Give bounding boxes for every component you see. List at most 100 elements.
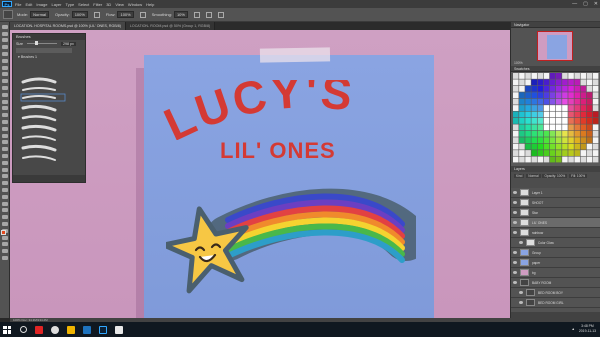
color-swatch[interactable]	[525, 156, 531, 163]
color-swatch[interactable]	[513, 79, 519, 86]
menu-file[interactable]: File	[15, 2, 21, 7]
visibility-eye-icon[interactable]	[519, 241, 523, 244]
color-swatch[interactable]	[513, 143, 519, 150]
visibility-eye-icon[interactable]	[513, 231, 517, 234]
flow-option[interactable]: Flow: 100%	[106, 11, 134, 18]
gear-icon[interactable]	[193, 11, 200, 18]
color-swatch[interactable]	[543, 118, 550, 124]
color-swatch[interactable]	[543, 105, 550, 111]
minimize-icon[interactable]: —	[572, 0, 577, 8]
color-swatch[interactable]	[586, 143, 593, 150]
visibility-eye-icon[interactable]	[519, 291, 523, 294]
color-swatch[interactable]	[556, 73, 562, 79]
color-swatch[interactable]	[531, 143, 537, 150]
color-swatch[interactable]	[574, 111, 580, 118]
pressure-opacity-icon[interactable]	[93, 11, 100, 18]
sponge-tool-icon[interactable]	[1, 181, 8, 186]
color-swatch[interactable]	[562, 73, 568, 79]
color-swatch[interactable]	[586, 79, 593, 86]
color-swatch[interactable]	[549, 105, 556, 111]
visibility-eye-icon[interactable]	[513, 191, 517, 194]
color-swatch[interactable]	[525, 92, 531, 99]
color-swatch[interactable]	[568, 150, 574, 156]
color-swatch[interactable]	[549, 124, 556, 131]
color-swatch[interactable]	[562, 137, 568, 144]
color-swatch[interactable]	[549, 130, 556, 137]
color-swatch[interactable]	[592, 73, 599, 79]
color-swatch[interactable]	[580, 98, 587, 105]
layer-row[interactable]: Color Glow	[511, 238, 600, 248]
color-swatch[interactable]	[537, 130, 544, 137]
color-swatch[interactable]	[549, 143, 556, 150]
network-icon[interactable]: ▲	[572, 327, 575, 331]
color-swatch[interactable]	[592, 98, 599, 105]
color-swatch[interactable]	[513, 105, 519, 111]
color-swatch[interactable]	[519, 111, 525, 118]
color-swatch[interactable]	[556, 130, 562, 137]
color-swatch[interactable]	[580, 118, 587, 124]
color-swatch[interactable]	[556, 79, 562, 86]
color-swatch[interactable]	[537, 156, 544, 163]
color-swatch[interactable]	[543, 150, 550, 156]
color-swatch[interactable]	[568, 124, 574, 131]
dodge-tool-icon[interactable]	[1, 113, 8, 118]
color-swatch[interactable]	[556, 111, 562, 118]
color-swatch[interactable]	[586, 150, 593, 156]
layer-row[interactable]: rainbow	[511, 228, 600, 238]
color-swatch[interactable]	[549, 137, 556, 144]
color-swatch[interactable]	[556, 137, 562, 144]
eyedropper-tool-icon[interactable]	[1, 58, 8, 63]
color-swatch[interactable]	[574, 137, 580, 144]
color-swatch[interactable]	[549, 85, 556, 92]
color-swatch[interactable]	[562, 92, 568, 99]
menu-view[interactable]: View	[115, 2, 124, 7]
hand-tool-icon[interactable]	[1, 147, 8, 152]
color-swatch[interactable]	[549, 79, 556, 86]
color-swatch[interactable]	[586, 73, 593, 79]
color-swatch[interactable]	[592, 79, 599, 86]
slice-tool-icon[interactable]	[1, 221, 8, 226]
color-swatch[interactable]	[519, 79, 525, 86]
color-swatch[interactable]	[568, 156, 574, 163]
color-swatch[interactable]	[556, 92, 562, 99]
color-swatch[interactable]	[543, 130, 550, 137]
color-swatch[interactable]	[519, 143, 525, 150]
color-swatch[interactable]	[562, 156, 568, 163]
foreground-color-swatch[interactable]	[1, 230, 6, 235]
color-swatch[interactable]	[562, 111, 568, 118]
windows-start-icon[interactable]	[3, 325, 11, 334]
color-swatch[interactable]	[543, 85, 550, 92]
color-swatch[interactable]	[537, 73, 544, 79]
color-swatch[interactable]	[568, 85, 574, 92]
zoom-tool-icon[interactable]	[1, 153, 8, 158]
color-swatch[interactable]	[568, 118, 574, 124]
opacity-option[interactable]: Opacity: 100%	[55, 11, 88, 18]
menu-edit[interactable]: Edit	[25, 2, 32, 7]
visibility-eye-icon[interactable]	[519, 301, 523, 304]
color-swatch[interactable]	[562, 143, 568, 150]
color-swatch[interactable]	[525, 98, 531, 105]
color-swatch[interactable]	[531, 130, 537, 137]
app-red-icon[interactable]	[35, 325, 43, 334]
color-swatch[interactable]	[519, 130, 525, 137]
color-swatch[interactable]	[537, 85, 544, 92]
color-swatch[interactable]	[580, 111, 587, 118]
color-swatch[interactable]	[574, 143, 580, 150]
color-swatch[interactable]	[574, 156, 580, 163]
color-swatch[interactable]	[568, 111, 574, 118]
color-swatch[interactable]	[537, 105, 544, 111]
color-swatch[interactable]	[537, 79, 544, 86]
type-tool-icon[interactable]	[1, 126, 8, 131]
color-swatch[interactable]	[580, 105, 587, 111]
red-eye-tool-icon[interactable]	[1, 249, 8, 254]
layer-row[interactable]: paper	[511, 258, 600, 268]
color-swatch[interactable]	[574, 73, 580, 79]
color-swatch[interactable]	[537, 92, 544, 99]
color-swatch[interactable]	[592, 150, 599, 156]
color-swatch[interactable]	[586, 124, 593, 131]
menu-3d[interactable]: 3D	[106, 2, 111, 7]
mode-option[interactable]: Mode: Normal	[17, 11, 50, 18]
edit-toolbar-icon[interactable]	[1, 160, 8, 165]
color-swatch[interactable]	[513, 111, 519, 118]
color-swatch[interactable]	[586, 98, 593, 105]
